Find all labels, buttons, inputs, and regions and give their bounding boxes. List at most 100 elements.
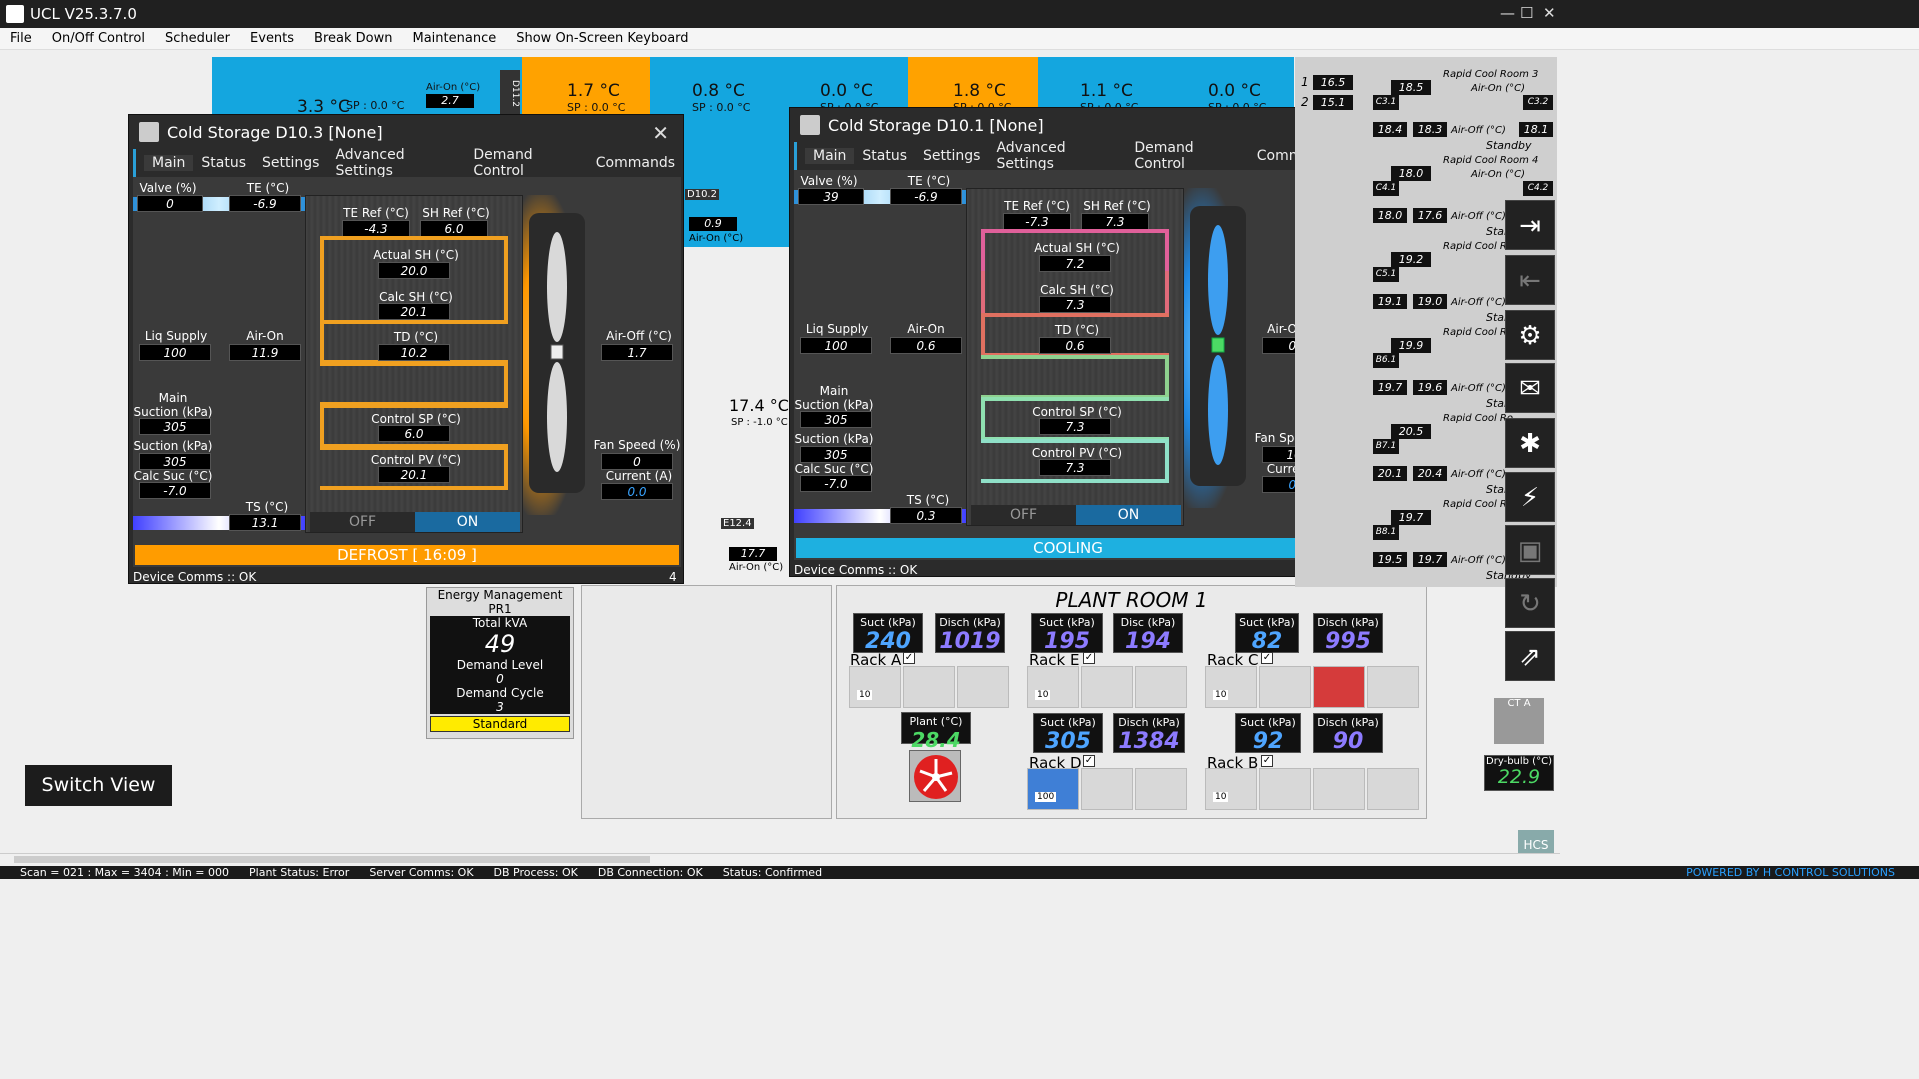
td-label: TD (°C) (393, 330, 439, 344)
calc-sh-value: 7.3 (1039, 296, 1111, 313)
rack-b-disch: Disch (kPa) 90 (1313, 713, 1383, 754)
rack-a-checkbox[interactable]: ✓ (903, 652, 915, 664)
te-label: TE (°C) (246, 181, 290, 195)
on-button[interactable]: ON (1076, 505, 1181, 525)
compressor[interactable] (957, 666, 1009, 708)
rack-b-checkbox[interactable]: ✓ (1261, 755, 1273, 767)
dialog-icon (800, 115, 820, 135)
logout-icon[interactable]: ⇤ (1505, 255, 1555, 305)
actual-sh-value: 7.2 (1039, 255, 1111, 272)
login-icon[interactable]: ⇥ (1505, 200, 1555, 250)
minimize-button[interactable]: — (1500, 4, 1515, 22)
control-pv-label: Control PV (°C) (1031, 446, 1123, 460)
blank-panel (581, 585, 832, 819)
tab-demand-control[interactable]: Demand Control (465, 147, 587, 179)
plant-fan[interactable] (909, 750, 961, 802)
room-temp: 0.0 °C (1208, 81, 1261, 101)
ts-value: 13.1 (229, 514, 301, 531)
calc-suc-value: -7.0 (800, 475, 872, 492)
ts-label: TS (°C) (245, 500, 289, 514)
room-setpoint: SP : 0.0 °C (692, 101, 751, 114)
mail-icon[interactable]: ✉ (1505, 363, 1555, 413)
calc-sh-label: Calc SH (°C) (379, 290, 453, 304)
menu-events[interactable]: Events (240, 31, 304, 46)
compressor[interactable] (1135, 768, 1187, 810)
compressor[interactable] (1081, 666, 1133, 708)
unit-label: E12.4 (721, 518, 754, 529)
maximize-button[interactable]: ☐ (1520, 4, 1533, 22)
compressor[interactable] (1205, 666, 1257, 708)
compressor[interactable] (1205, 768, 1257, 810)
tab-settings[interactable]: Settings (915, 148, 988, 164)
rack-c-checkbox[interactable]: ✓ (1261, 652, 1273, 664)
tab-settings[interactable]: Settings (254, 155, 327, 171)
compressor[interactable] (849, 666, 901, 708)
menu-break-down[interactable]: Break Down (304, 31, 402, 46)
room-tile-d10-2[interactable]: D10.2 0.9 Air-On (°C) (683, 137, 790, 247)
te-value: -6.9 (229, 195, 301, 212)
total-kva-value: 49 (430, 630, 570, 658)
lightning-icon[interactable]: ⚡ (1505, 472, 1555, 522)
actual-sh-value: 20.0 (378, 262, 450, 279)
tab-advanced-settings[interactable]: Advanced Settings (988, 140, 1126, 172)
coil-panel: TE Ref (°C) -7.3 SH Ref (°C) 7.3 Actual … (966, 188, 1184, 526)
compressor[interactable] (903, 666, 955, 708)
air-on-value: 2.7 (426, 94, 474, 108)
menu-on-off-control[interactable]: On/Off Control (42, 31, 155, 46)
menu-file[interactable]: File (0, 31, 42, 46)
close-icon[interactable]: ✕ (652, 121, 669, 145)
room-temp: 0.0 °C (820, 81, 873, 101)
suction-value: 305 (139, 453, 211, 470)
td-value: 10.2 (378, 344, 450, 361)
status-banner: DEFROST [ 16:09 ] (135, 545, 679, 565)
tab-commands[interactable]: Commands (588, 155, 683, 171)
close-window-button[interactable]: ✕ (1543, 4, 1556, 22)
scrollbar-thumb[interactable] (14, 856, 650, 863)
horizontal-scrollbar[interactable] (0, 853, 1560, 864)
refresh-icon[interactable]: ↻ (1505, 578, 1555, 628)
room-temp: 1.1 °C (1080, 81, 1133, 101)
popout-icon[interactable]: ⇗ (1505, 631, 1555, 681)
tab-status[interactable]: Status (854, 148, 915, 164)
off-button[interactable]: OFF (971, 505, 1076, 525)
tab-main[interactable]: Main (144, 155, 194, 171)
tab-status[interactable]: Status (193, 155, 254, 171)
compressor[interactable] (1367, 666, 1419, 708)
compressor-fault[interactable] (1313, 666, 1365, 708)
menu-on-screen-keyboard[interactable]: Show On-Screen Keyboard (506, 31, 698, 46)
switch-view-button[interactable]: Switch View (25, 765, 172, 806)
compressor[interactable] (1259, 768, 1311, 810)
compressor[interactable] (1135, 666, 1187, 708)
rapid-cool-room[interactable]: Rapid Cool Room 3 18.5 Air-On (°C) C3.1 … (1373, 69, 1557, 153)
compressor[interactable] (1367, 768, 1419, 810)
paw-icon[interactable]: ✱ (1505, 418, 1555, 468)
tab-main[interactable]: Main (805, 148, 855, 164)
unit-label: D10.2 (685, 189, 719, 200)
actual-sh-label: Actual SH (°C) (1034, 241, 1120, 255)
compressor[interactable] (1259, 666, 1311, 708)
on-off-toggle[interactable]: OFF ON (971, 505, 1181, 525)
rack-d-checkbox[interactable]: ✓ (1083, 755, 1095, 767)
valve-value: 39 (798, 188, 864, 205)
rack-e-checkbox[interactable]: ✓ (1083, 652, 1095, 664)
compressor[interactable] (1027, 666, 1079, 708)
tab-advanced-settings[interactable]: Advanced Settings (327, 147, 465, 179)
compressor-running[interactable] (1027, 768, 1079, 810)
save-icon[interactable]: ▣ (1505, 525, 1555, 575)
menu-maintenance[interactable]: Maintenance (403, 31, 507, 46)
energy-mode-badge[interactable]: Standard (430, 716, 570, 732)
compressor[interactable] (1081, 768, 1133, 810)
menu-scheduler[interactable]: Scheduler (155, 31, 240, 46)
demand-cycle-label: Demand Cycle (430, 686, 570, 700)
off-button[interactable]: OFF (310, 512, 415, 532)
cold-storage-dialog-d10-3: Cold Storage D10.3 [None] ✕ Main Status … (128, 114, 684, 584)
on-off-toggle[interactable]: OFF ON (310, 512, 520, 532)
compressor[interactable] (1313, 768, 1365, 810)
on-button[interactable]: ON (415, 512, 520, 532)
fan-icon (547, 232, 567, 472)
tab-demand-control[interactable]: Demand Control (1126, 140, 1248, 172)
suction-label: Suction (kPa) (794, 432, 874, 446)
cooling-tower-a[interactable]: CT A (1494, 698, 1544, 744)
title-bar: UCL V25.3.7.0 — ☐ ✕ (0, 0, 1919, 28)
user-settings-icon[interactable]: ⚙ (1505, 310, 1555, 360)
